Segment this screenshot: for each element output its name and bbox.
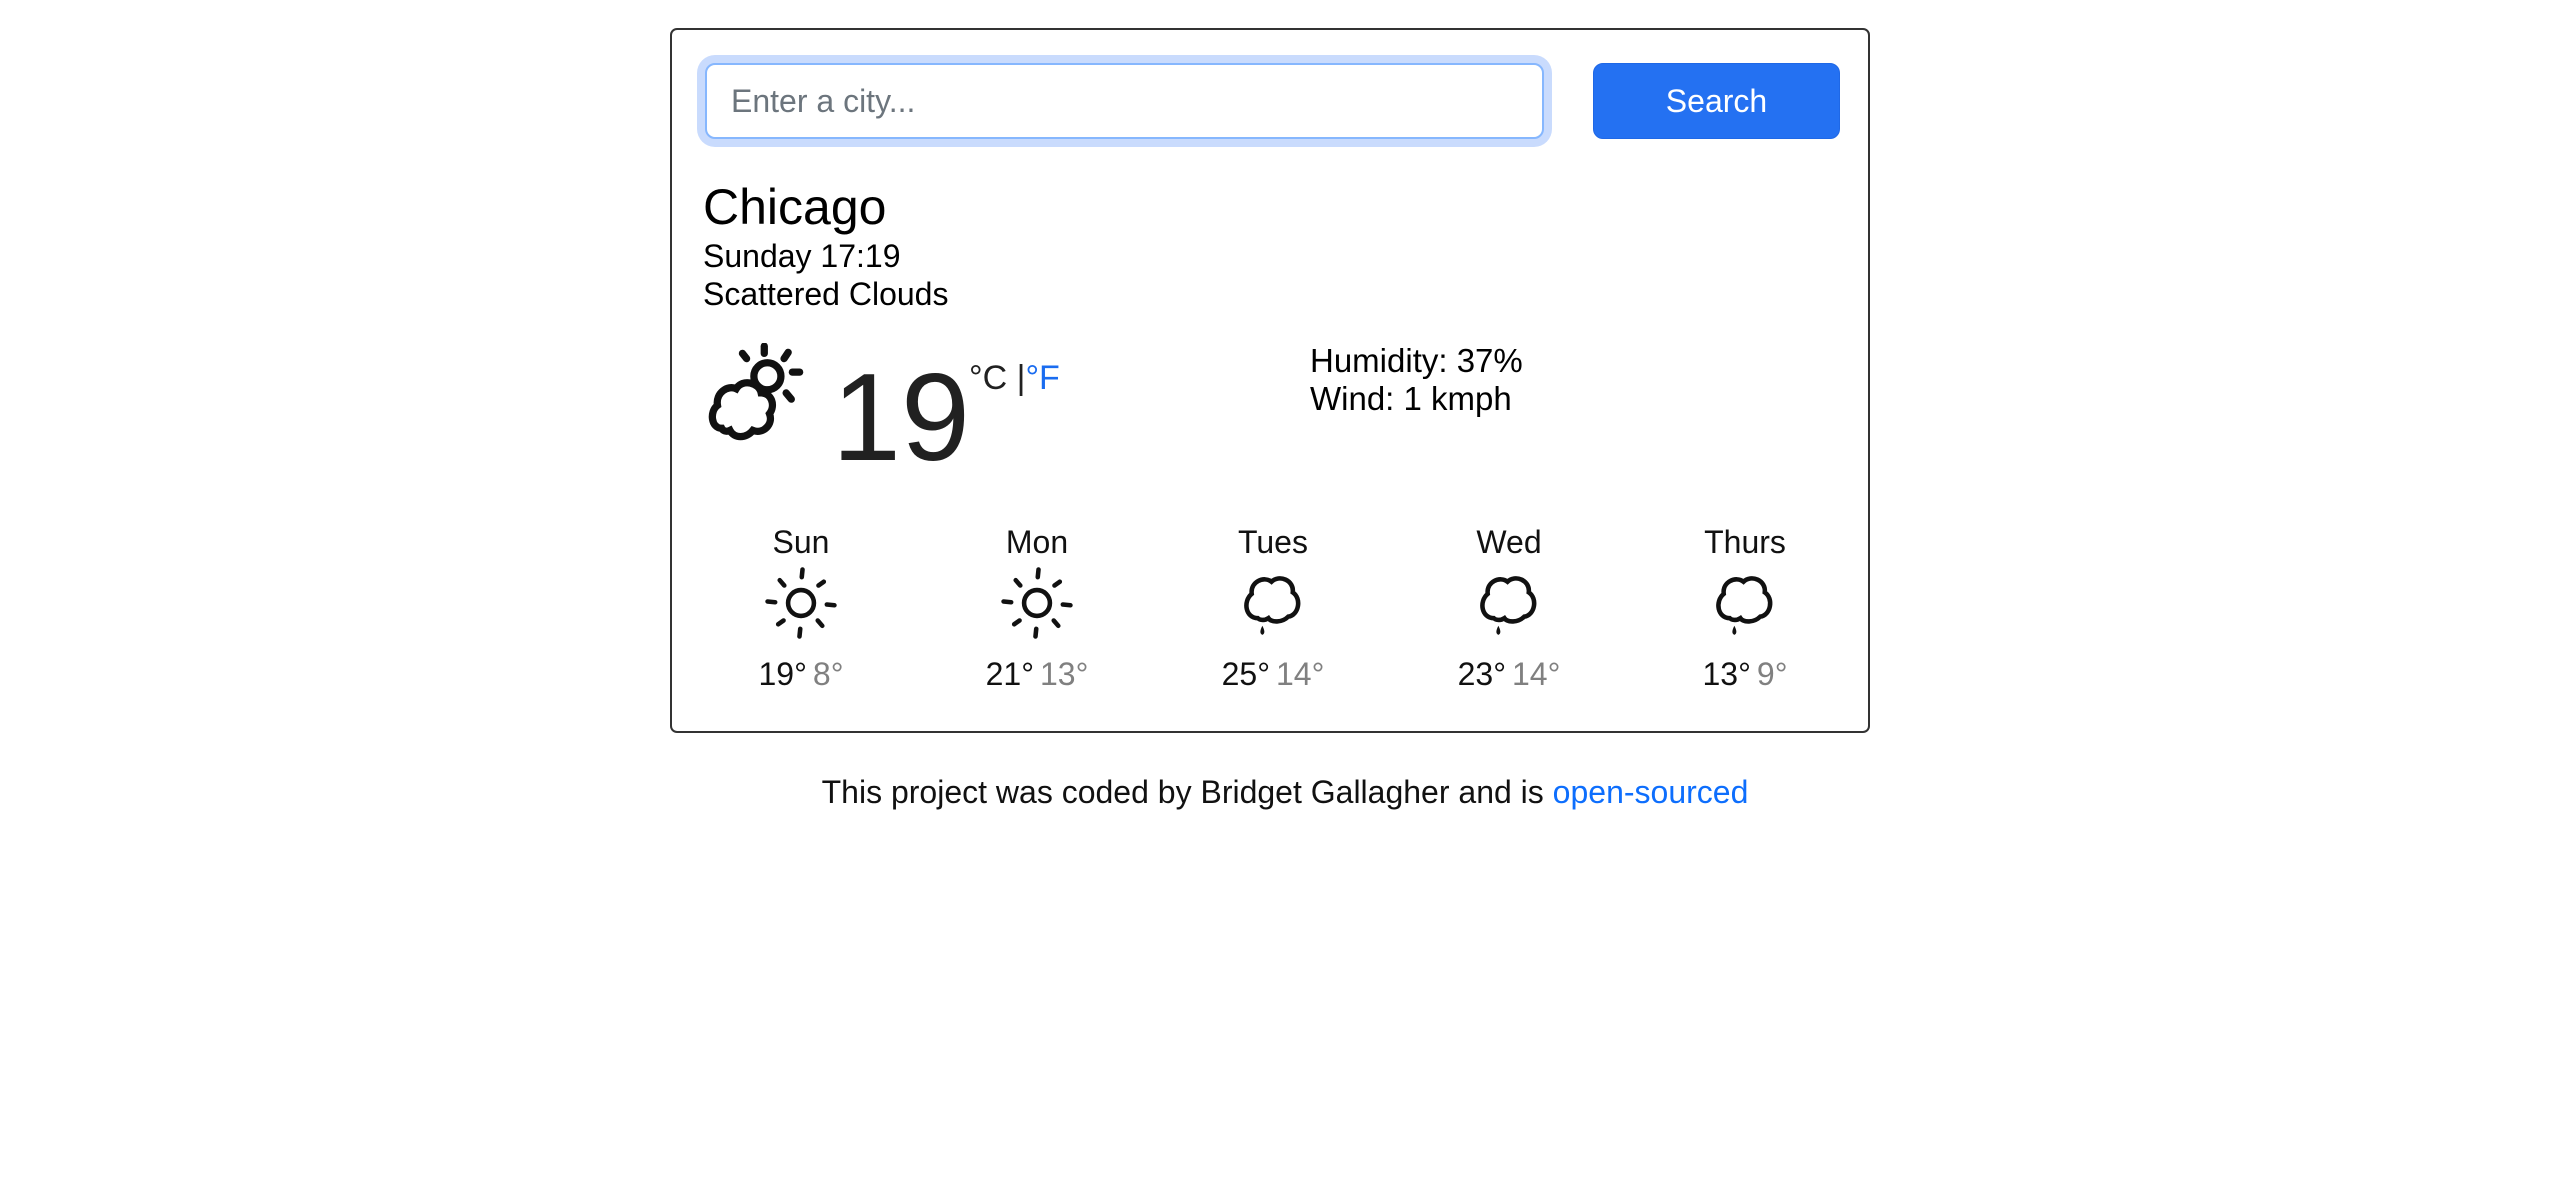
unit-toggle: °C |°F xyxy=(969,358,1060,398)
rain-cloud-icon xyxy=(1244,576,1301,635)
forecast-day-name: Mon xyxy=(1005,524,1069,560)
current-temperature: 19 xyxy=(832,349,970,487)
forecast-min: 14° xyxy=(1512,656,1561,692)
forecast-max: 19° xyxy=(758,656,807,692)
forecast-day: Thurs 13° 9° xyxy=(1627,523,1863,693)
forecast-temps: 23° 14° xyxy=(1458,655,1561,693)
footer: This project was coded by Bridget Gallag… xyxy=(0,772,2570,812)
city-search-input[interactable] xyxy=(705,63,1544,139)
rain-cloud-icon xyxy=(1480,576,1537,635)
forecast-min: 8° xyxy=(812,656,844,692)
footer-text: This project was coded by Bridget Gallag… xyxy=(821,774,1553,810)
celsius-unit[interactable]: °C xyxy=(969,359,1007,397)
forecast-temps: 25° 14° xyxy=(1222,655,1325,693)
forecast-day: Wed 23° 14° xyxy=(1391,523,1627,693)
rain-cloud-icon xyxy=(1716,576,1773,635)
wind: Wind: 1 kmph xyxy=(1310,380,1512,417)
forecast-min: 9° xyxy=(1756,656,1788,692)
forecast-day-name: Thurs xyxy=(1704,524,1786,560)
fahrenheit-link[interactable]: °F xyxy=(1025,359,1059,397)
sun-icon xyxy=(1001,567,1073,639)
search-button[interactable]: Search xyxy=(1593,63,1840,139)
forecast-min: 14° xyxy=(1276,656,1325,692)
city-name: Chicago xyxy=(703,179,887,235)
weather-description: Scattered Clouds xyxy=(703,276,949,312)
current-datetime: Sunday 17:19 xyxy=(703,238,901,274)
open-source-link[interactable]: open-sourced xyxy=(1553,774,1749,810)
forecast-day: Mon 21° 13° xyxy=(919,523,1155,693)
partly-cloudy-icon xyxy=(708,343,804,441)
forecast-min: 13° xyxy=(1040,656,1089,692)
forecast-day-name: Sun xyxy=(772,524,830,560)
forecast-temps: 19° 8° xyxy=(759,655,844,693)
forecast-temps: 21° 13° xyxy=(986,655,1089,693)
weather-details: Humidity: 37% Wind: 1 kmph xyxy=(1310,342,1523,418)
forecast-day-name: Wed xyxy=(1476,524,1542,560)
humidity: Humidity: 37% xyxy=(1310,342,1523,379)
sun-icon xyxy=(765,567,837,639)
forecast-day-name: Tues xyxy=(1238,524,1308,560)
forecast-day: Tues 25° 14° xyxy=(1155,523,1391,693)
forecast-max: 21° xyxy=(985,656,1034,692)
forecast-temps: 13° 9° xyxy=(1703,655,1788,693)
forecast-max: 25° xyxy=(1221,656,1270,692)
forecast-max: 23° xyxy=(1457,656,1506,692)
forecast: Sun 19° 8° Mon 21° 13° Tues 25° 14° Wed … xyxy=(683,523,1863,693)
forecast-max: 13° xyxy=(1702,656,1751,692)
unit-separator: | xyxy=(1007,359,1026,397)
forecast-day: Sun 19° 8° xyxy=(683,523,919,693)
weather-card: Search Chicago Sunday 17:19 Scattered Cl… xyxy=(670,28,1870,733)
